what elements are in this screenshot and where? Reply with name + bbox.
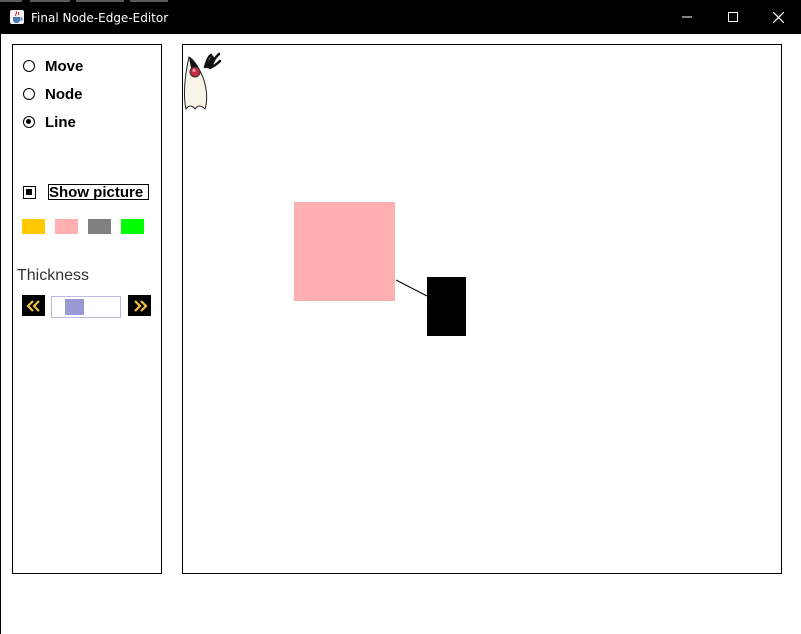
graph-layer[interactable] (183, 45, 781, 573)
taskbar-strip (76, 0, 124, 2)
control-panel: Move Node Line Show picture Thickness (12, 44, 162, 574)
radio-button[interactable] (23, 88, 35, 100)
drawing-canvas[interactable] (182, 44, 782, 574)
minimize-button[interactable] (664, 0, 710, 34)
close-button[interactable] (755, 0, 801, 34)
color-swatch-pink[interactable] (55, 219, 78, 234)
minimize-icon (682, 16, 692, 18)
window-border (0, 34, 1, 634)
maximize-icon (728, 12, 738, 22)
mode-label: Line (45, 113, 76, 131)
thickness-decrease-button[interactable] (22, 295, 45, 316)
taskbar-strip (0, 0, 22, 2)
thickness-slider[interactable] (51, 296, 121, 318)
radio-button-selected[interactable] (23, 116, 35, 128)
mode-label: Node (45, 85, 83, 103)
mode-option-line[interactable]: Line (23, 112, 76, 132)
mode-label: Move (45, 57, 84, 75)
double-chevron-right-icon (133, 299, 148, 312)
color-swatch-green[interactable] (121, 219, 144, 234)
color-swatch-yellow[interactable] (22, 219, 45, 234)
slider-thumb[interactable] (65, 299, 85, 315)
radio-button[interactable] (23, 60, 35, 72)
mode-option-move[interactable]: Move (23, 56, 83, 76)
mode-option-node[interactable]: Node (23, 84, 83, 104)
thickness-label: Thickness (17, 267, 90, 284)
show-picture-option[interactable]: Show picture (23, 184, 149, 200)
show-picture-label: Show picture (48, 184, 149, 200)
graph-node[interactable] (294, 202, 395, 301)
maximize-button[interactable] (710, 0, 756, 34)
show-picture-checkbox[interactable] (23, 185, 36, 199)
double-chevron-left-icon (25, 299, 40, 312)
thickness-increase-button[interactable] (128, 295, 151, 316)
close-icon (772, 11, 784, 23)
title-bar: Final Node-Edge-Editor (0, 0, 801, 34)
color-swatch-gray[interactable] (88, 219, 111, 234)
graph-node[interactable] (427, 277, 466, 336)
taskbar-strip (30, 0, 70, 2)
taskbar-strip (130, 0, 168, 2)
graph-edge[interactable] (395, 279, 428, 297)
window-title: Final Node-Edge-Editor (31, 11, 169, 25)
java-cup-icon (10, 10, 24, 24)
